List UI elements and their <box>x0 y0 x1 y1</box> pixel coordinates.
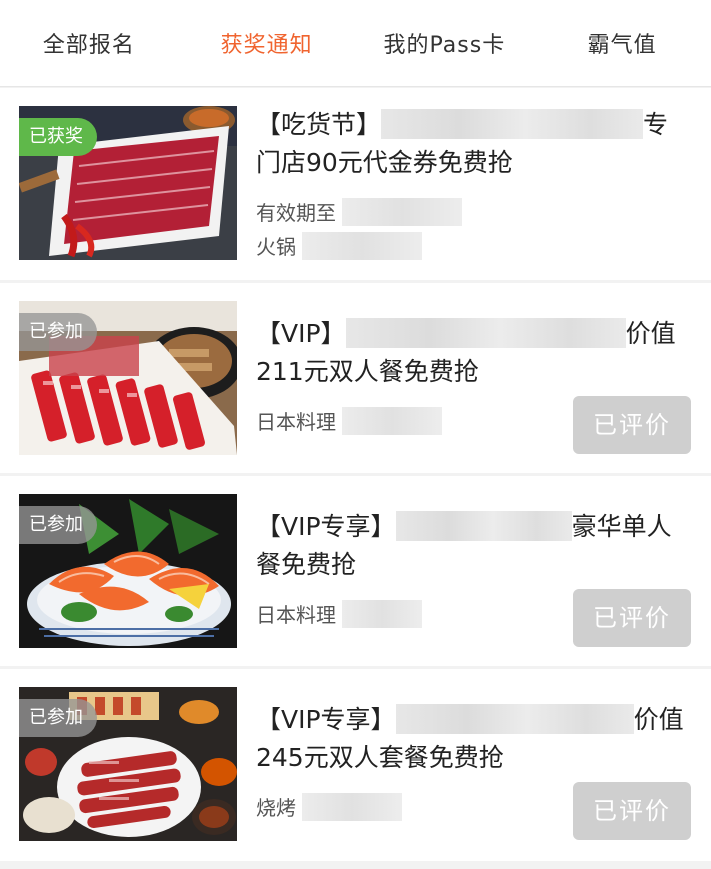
tab-domination-value[interactable]: 霸气值 <box>533 0 711 86</box>
tab-all-signups[interactable]: 全部报名 <box>0 0 178 86</box>
redacted-text <box>302 793 403 821</box>
food-thumbnail: 已获奖 <box>19 106 237 260</box>
food-thumbnail: 已参加 <box>19 494 237 648</box>
won-badge: 已获奖 <box>19 118 97 156</box>
tab-my-pass[interactable]: 我的Pass卡 <box>356 0 534 86</box>
prize-card[interactable]: 已参加 【VIP】 价值 211元双人餐免费抢 日本料理 已评价 <box>0 283 711 473</box>
card-title: 【VIP专享】 豪华单人 餐免费抢 <box>256 511 672 579</box>
reviewed-button[interactable]: 已评价 <box>573 396 691 454</box>
redacted-text <box>381 109 644 139</box>
redacted-text <box>302 232 423 260</box>
reviewed-button[interactable]: 已评价 <box>573 589 691 647</box>
joined-badge: 已参加 <box>19 506 97 544</box>
prize-card[interactable]: 已参加 【VIP专享】 价值 245元双人套餐免费抢 烧烤 已评价 <box>0 669 711 861</box>
redacted-text <box>395 511 572 541</box>
category-line: 烧烤 <box>256 793 403 823</box>
redacted-text <box>345 318 626 348</box>
food-thumbnail: 已参加 <box>19 687 237 841</box>
redacted-text <box>395 704 634 734</box>
category-line: 日本料理 <box>256 600 423 630</box>
tab-award-notice[interactable]: 获奖通知 <box>178 0 356 86</box>
card-title: 【VIP】 价值 211元双人餐免费抢 <box>256 318 676 386</box>
card-title: 【VIP专享】 价值 245元双人套餐免费抢 <box>256 704 684 772</box>
redacted-text <box>342 600 423 628</box>
category-line: 火锅 <box>256 232 423 262</box>
joined-badge: 已参加 <box>19 699 97 737</box>
category-line: 日本料理 <box>256 407 443 437</box>
validity-line: 有效期至 <box>256 198 463 228</box>
tab-bar: 全部报名 获奖通知 我的Pass卡 霸气值 <box>0 0 711 87</box>
prize-card[interactable]: 已获奖 【吃货节】专 门店90元代金券免费抢 有效期至 火锅 <box>0 88 711 280</box>
card-title: 【吃货节】专 门店90元代金券免费抢 <box>256 109 669 177</box>
prize-card[interactable]: 已参加 【VIP专享】 豪华单人 餐免费抢 日本料理 已评价 <box>0 476 711 666</box>
joined-badge: 已参加 <box>19 313 97 351</box>
reviewed-button[interactable]: 已评价 <box>573 782 691 840</box>
redacted-text <box>342 198 463 226</box>
redacted-text <box>342 407 443 435</box>
food-thumbnail: 已参加 <box>19 301 237 455</box>
